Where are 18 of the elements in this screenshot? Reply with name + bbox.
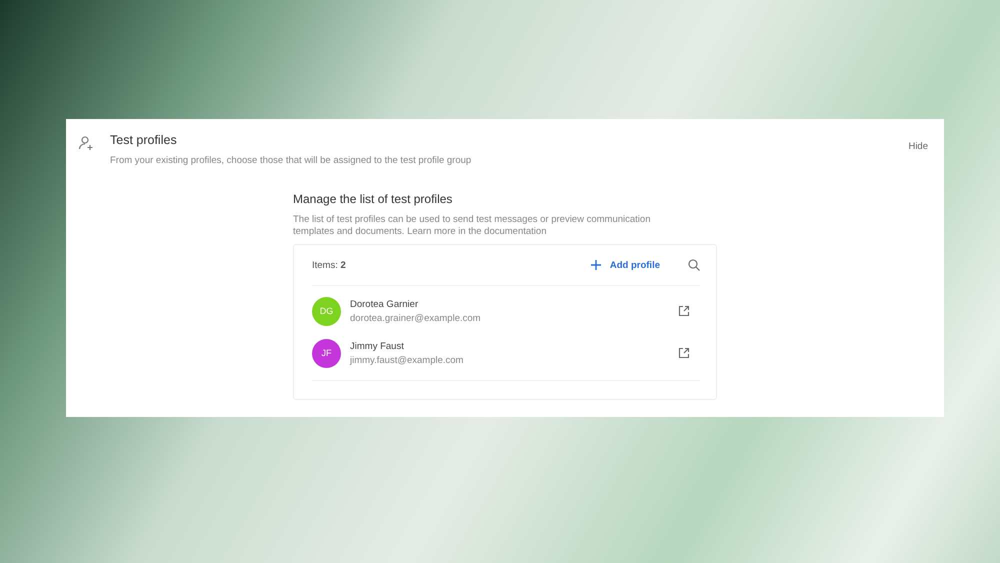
hide-button[interactable]: Hide	[908, 137, 928, 156]
section-title: Test profiles	[110, 133, 178, 147]
external-link-icon[interactable]	[678, 305, 690, 317]
external-link-icon[interactable]	[678, 347, 690, 359]
avatar: JF	[312, 338, 341, 368]
add-profile-button[interactable]: Add profile	[590, 259, 660, 271]
items-count: Items: 2	[312, 260, 347, 270]
manage-title: Manage the list of test profiles	[293, 192, 454, 206]
profile-name: Dorotea Garnier	[350, 298, 420, 310]
avatar: DG	[312, 296, 341, 326]
profile-name: Jimmy Faust	[350, 340, 405, 352]
manage-description: The list of test profiles can be used to send test messages or preview communication templates and documents. Learn more in the documentation	[293, 214, 652, 238]
search-icon[interactable]	[688, 259, 700, 271]
profile-email: dorotea.grainer@example.com	[350, 312, 482, 324]
plus-icon	[590, 259, 602, 271]
add-user-icon	[78, 135, 94, 151]
profile-email: jimmy.faust@example.com	[350, 354, 464, 366]
section-description: From your existing profiles, choose those that will be assigned to the test profile group	[110, 155, 472, 166]
